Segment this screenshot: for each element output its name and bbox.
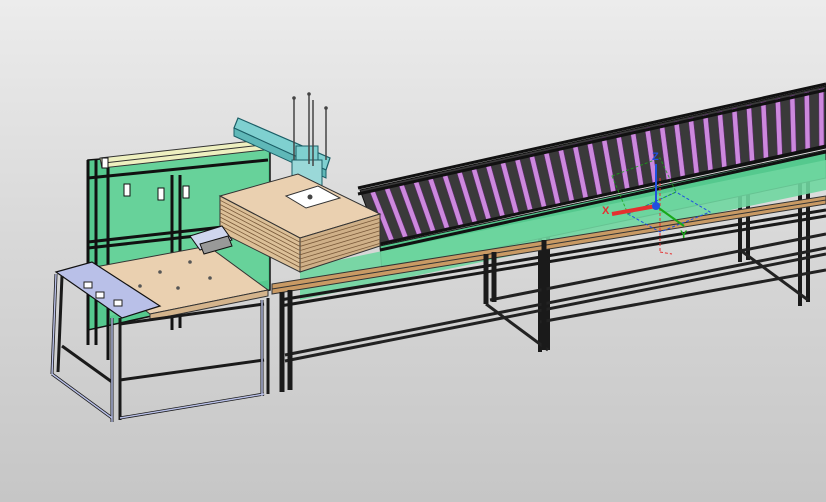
- z-axis-label: Z: [652, 151, 659, 163]
- conveyor-roller: [803, 91, 811, 151]
- cad-model-view[interactable]: X Y Z: [0, 0, 826, 502]
- 3d-viewport[interactable]: X Y Z: [0, 0, 826, 502]
- machine-cabinet: [86, 139, 271, 360]
- conveyor-roller: [818, 88, 825, 148]
- x-axis-label: X: [602, 205, 610, 217]
- y-axis-label: Y: [680, 229, 688, 241]
- conveyor-lower-rails: [284, 232, 826, 363]
